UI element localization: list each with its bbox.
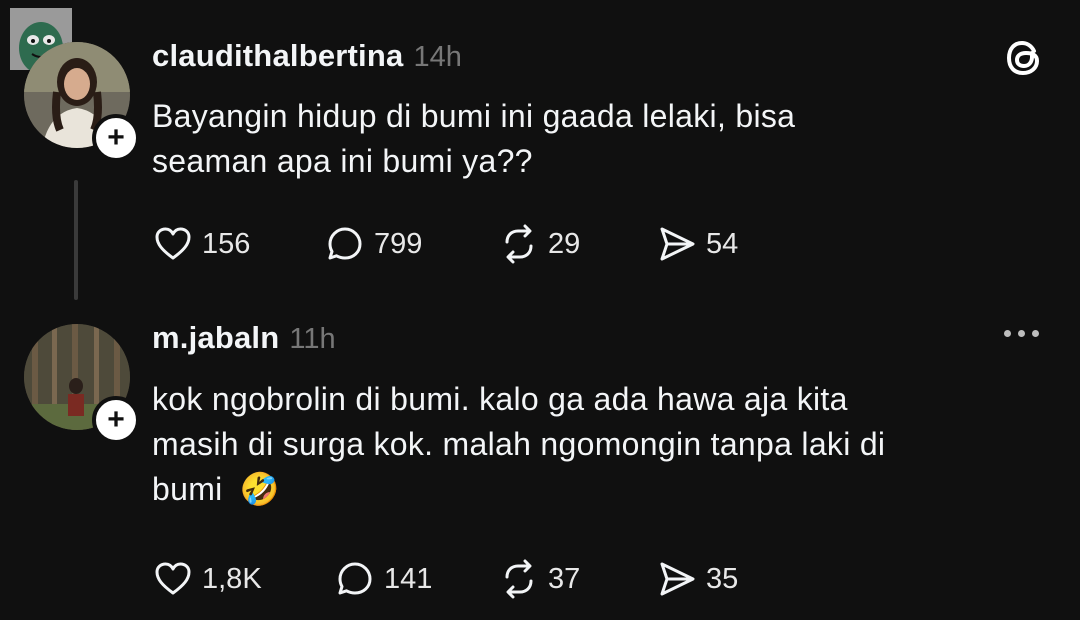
more-options-icon[interactable] <box>1004 330 1039 337</box>
timestamp: 14h <box>413 41 462 73</box>
repost-button[interactable]: 29 <box>498 223 580 265</box>
rofl-emoji: 🤣 <box>239 471 280 507</box>
repost-count: 37 <box>548 562 581 595</box>
share-button[interactable]: 54 <box>656 223 738 265</box>
like-button[interactable]: 1,8K <box>152 558 262 600</box>
post-text-line-last: bumi 🤣 <box>152 467 1032 512</box>
follow-plus-button[interactable]: + <box>92 114 140 162</box>
repost-icon <box>505 224 533 264</box>
repost-icon <box>505 559 533 599</box>
threads-logo-icon[interactable] <box>1004 37 1046 79</box>
reply-button[interactable]: 799 <box>324 223 422 265</box>
reply-button[interactable]: 141 <box>334 558 432 600</box>
post-header: claudithalbertina 14h <box>152 38 462 74</box>
heart-icon <box>155 562 191 595</box>
timestamp: 11h <box>289 323 336 355</box>
post-text-word: bumi <box>152 471 223 507</box>
username[interactable]: claudithalbertina <box>152 38 403 74</box>
repost-button[interactable]: 37 <box>498 558 580 600</box>
like-button[interactable]: 156 <box>152 223 250 265</box>
post-text-line: seaman apa ini bumi ya?? <box>152 143 533 179</box>
follow-plus-button[interactable]: + <box>92 396 140 444</box>
reply-count: 141 <box>384 562 433 595</box>
share-count: 54 <box>706 227 739 260</box>
post-text-line: Bayangin hidup di bumi ini gaada lelaki,… <box>152 98 796 134</box>
reply-count: 799 <box>374 227 423 260</box>
like-count: 1,8K <box>202 562 262 595</box>
repost-count: 29 <box>548 227 581 260</box>
like-count: 156 <box>202 227 251 260</box>
username[interactable]: m.jabaln <box>152 320 279 356</box>
send-icon <box>660 227 695 261</box>
post-text-line: kok ngobrolin di bumi. kalo ga ada hawa … <box>152 381 848 417</box>
comment-icon <box>328 227 362 260</box>
send-icon <box>660 562 695 596</box>
post-text: kok ngobrolin di bumi. kalo ga ada hawa … <box>152 377 1032 512</box>
share-button[interactable]: 35 <box>656 558 738 600</box>
share-count: 35 <box>706 562 739 595</box>
heart-icon <box>155 227 191 260</box>
comment-icon <box>338 562 372 595</box>
post-text: Bayangin hidup di bumi ini gaada lelaki,… <box>152 94 1032 184</box>
post-header: m.jabaln 11h <box>152 320 336 356</box>
post-text-line: masih di surga kok. malah ngomongin tanp… <box>152 426 886 462</box>
thread-connector-line <box>74 180 78 300</box>
